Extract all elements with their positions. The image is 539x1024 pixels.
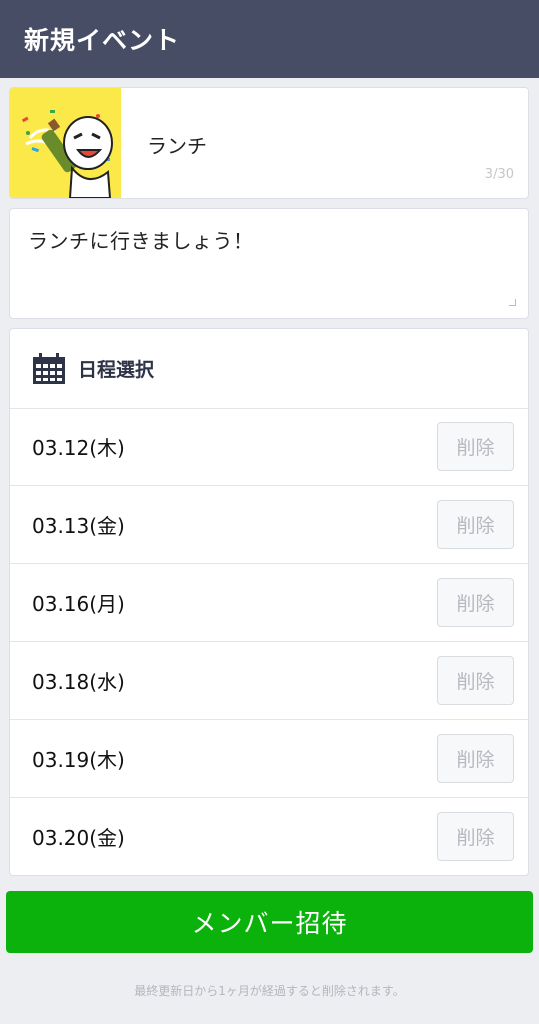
schedule-date: 03.13(金) [32,514,125,538]
delete-date-button[interactable]: 削除 [437,734,514,783]
event-sticker-thumbnail[interactable] [10,88,121,198]
schedule-card: 日程選択 03.12(木) 削除 03.13(金) 削除 03.16(月) 削除… [9,328,529,876]
app-header: 新規イベント [0,0,539,78]
schedule-date-row: 03.16(月) 削除 [10,564,528,642]
schedule-date: 03.12(木) [32,436,125,460]
event-title-value: ランチ [147,134,207,158]
schedule-header: 日程選択 [10,329,528,409]
event-description-value: ランチに行きましょう！ [28,229,254,253]
delete-date-button[interactable]: 削除 [437,812,514,861]
title-char-counter: 3/30 [484,167,514,182]
schedule-date-row: 03.18(水) 削除 [10,642,528,720]
calendar-icon [33,352,65,384]
page-title: 新規イベント [24,26,181,55]
delete-date-button[interactable]: 削除 [437,500,514,549]
schedule-date-row: 03.12(木) 削除 [10,408,528,486]
delete-date-button[interactable]: 削除 [437,656,514,705]
schedule-date: 03.16(月) [32,592,125,616]
event-title-input[interactable]: ランチ 3/30 [121,88,528,198]
schedule-date: 03.20(金) [32,826,125,850]
event-description-textarea[interactable]: ランチに行きましょう！ [9,208,529,319]
schedule-date-row: 03.19(木) 削除 [10,720,528,798]
schedule-date-row: 03.13(金) 削除 [10,486,528,564]
resize-handle-icon[interactable] [509,299,516,306]
schedule-date: 03.19(木) [32,748,125,772]
delete-date-button[interactable]: 削除 [437,422,514,471]
schedule-date-row: 03.20(金) 削除 [10,798,528,875]
celebration-sticker-icon [21,110,113,198]
delete-date-button[interactable]: 削除 [437,578,514,627]
auto-delete-notice: 最終更新日から1ヶ月が経過すると削除されます。 [134,984,405,998]
event-title-card: ランチ 3/30 [9,87,529,199]
invite-members-button[interactable]: メンバー招待 [6,891,533,953]
schedule-heading: 日程選択 [78,359,155,381]
schedule-date: 03.18(水) [32,670,125,694]
